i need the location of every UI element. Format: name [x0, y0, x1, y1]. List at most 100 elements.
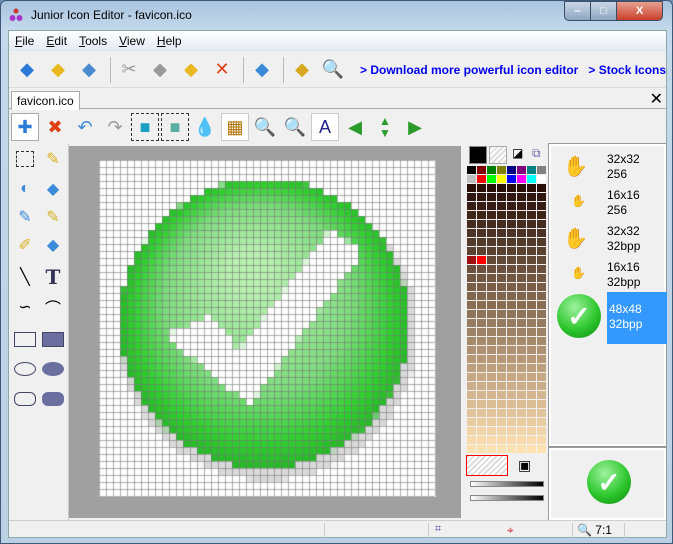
color-swatch[interactable] [537, 229, 546, 237]
color-swatch[interactable] [497, 301, 506, 309]
color-swatch[interactable] [537, 247, 546, 255]
color-swatch[interactable] [497, 229, 506, 237]
color-swatch[interactable] [487, 310, 496, 318]
color-swatch[interactable] [517, 346, 526, 354]
color-swatch[interactable] [487, 247, 496, 255]
color-swatch[interactable] [537, 175, 546, 183]
color-swatch[interactable] [527, 202, 536, 210]
color-swatch[interactable] [537, 166, 546, 174]
color-swatch[interactable] [467, 373, 476, 381]
color-swatch[interactable] [517, 373, 526, 381]
color-swatch[interactable] [537, 274, 546, 282]
color-swatch[interactable] [477, 373, 486, 381]
color-swatch[interactable] [497, 274, 506, 282]
color-swatch[interactable] [467, 418, 476, 426]
filled-rectangle-icon[interactable] [40, 326, 66, 352]
color-swatch[interactable] [477, 328, 486, 336]
menu-help[interactable]: Help [151, 31, 188, 51]
color-swatch[interactable] [487, 418, 496, 426]
color-swatch[interactable] [537, 238, 546, 246]
color-swatch[interactable] [507, 364, 516, 372]
color-swatch[interactable] [487, 328, 496, 336]
image-item[interactable]: ✋ 16x16 256 [551, 184, 664, 220]
color-swatch[interactable] [487, 265, 496, 273]
color-swatch[interactable] [487, 436, 496, 444]
color-swatch[interactable] [527, 274, 536, 282]
brush-icon[interactable]: ✎ [12, 204, 38, 230]
stock-icons-link[interactable]: > Stock Icons [588, 63, 666, 77]
color-swatch[interactable] [527, 355, 536, 363]
color-swatch[interactable] [467, 346, 476, 354]
color-swatch[interactable] [537, 427, 546, 435]
color-swatch[interactable] [477, 193, 486, 201]
color-swatch[interactable] [507, 211, 516, 219]
color-swatch[interactable] [487, 292, 496, 300]
color-swatch[interactable] [507, 382, 516, 390]
color-swatch[interactable] [517, 391, 526, 399]
color-swatch[interactable] [487, 274, 496, 282]
color-swatch[interactable] [517, 445, 526, 453]
menu-view[interactable]: View [113, 31, 151, 51]
color-swatch[interactable] [517, 310, 526, 318]
color-swatch[interactable] [527, 238, 536, 246]
color-swatch[interactable] [467, 238, 476, 246]
color-swatch[interactable] [467, 391, 476, 399]
filled-ellipse-icon[interactable] [40, 356, 66, 382]
color-swatch[interactable] [487, 427, 496, 435]
color-swatch[interactable] [527, 391, 536, 399]
new-icon[interactable]: ◆ [13, 56, 41, 84]
color-swatch[interactable] [527, 247, 536, 255]
color-swatch[interactable] [467, 409, 476, 417]
minimize-button[interactable]: ‒ [564, 1, 591, 21]
color-swatch[interactable] [497, 400, 506, 408]
move-up-down-icon[interactable]: ▲ ▼ [371, 113, 399, 141]
color-swatch[interactable] [517, 355, 526, 363]
color-swatch[interactable] [467, 400, 476, 408]
color-swatch[interactable] [517, 436, 526, 444]
color-swatch[interactable] [537, 409, 546, 417]
color-swatch[interactable] [507, 445, 516, 453]
color-swatch[interactable] [537, 292, 546, 300]
color-swatch[interactable] [497, 337, 506, 345]
color-swatch[interactable] [507, 409, 516, 417]
image-item[interactable]: ✋ 16x16 32bpp [551, 256, 664, 292]
color-swatch[interactable] [537, 319, 546, 327]
color-swatch[interactable] [497, 175, 506, 183]
color-swatch[interactable] [467, 382, 476, 390]
color-swatch[interactable] [517, 256, 526, 264]
redo-icon[interactable]: ↷ [101, 113, 129, 141]
inverse-color-icon[interactable]: ▣ [518, 457, 531, 474]
menu-tools[interactable]: Tools [73, 31, 113, 51]
color-swatch[interactable] [507, 346, 516, 354]
color-swatch[interactable] [477, 319, 486, 327]
color-swatch[interactable] [467, 211, 476, 219]
color-swatch[interactable] [467, 193, 476, 201]
move-right-icon[interactable]: ▶ [401, 113, 429, 141]
color-swatch[interactable] [487, 166, 496, 174]
color-swatch[interactable] [527, 409, 536, 417]
color-swatch[interactable] [537, 436, 546, 444]
color-swatch[interactable] [507, 310, 516, 318]
color-swatch[interactable] [487, 175, 496, 183]
pencil-icon[interactable]: ✎ [40, 146, 66, 172]
color-swatch[interactable] [477, 184, 486, 192]
color-swatch[interactable] [487, 391, 496, 399]
delete-icon[interactable]: ✕ [208, 56, 236, 84]
color-swatch[interactable] [507, 301, 516, 309]
open-icon[interactable]: ◆ [44, 56, 72, 84]
color-swatch[interactable] [527, 427, 536, 435]
undo-icon[interactable]: ↶ [71, 113, 99, 141]
rectangle-icon[interactable] [12, 326, 38, 352]
paste-icon[interactable]: ◆ [177, 56, 205, 84]
color-swatch[interactable] [497, 418, 506, 426]
color-swatch[interactable] [477, 229, 486, 237]
color-swatch[interactable] [517, 202, 526, 210]
color-swatch[interactable] [467, 355, 476, 363]
color-swatch[interactable] [477, 418, 486, 426]
color-swatch[interactable] [537, 310, 546, 318]
color-swatch[interactable] [487, 211, 496, 219]
color-swatch[interactable] [497, 427, 506, 435]
color-swatch[interactable] [477, 427, 486, 435]
color-swatch[interactable] [517, 220, 526, 228]
rounded-rect-icon[interactable] [12, 386, 38, 412]
